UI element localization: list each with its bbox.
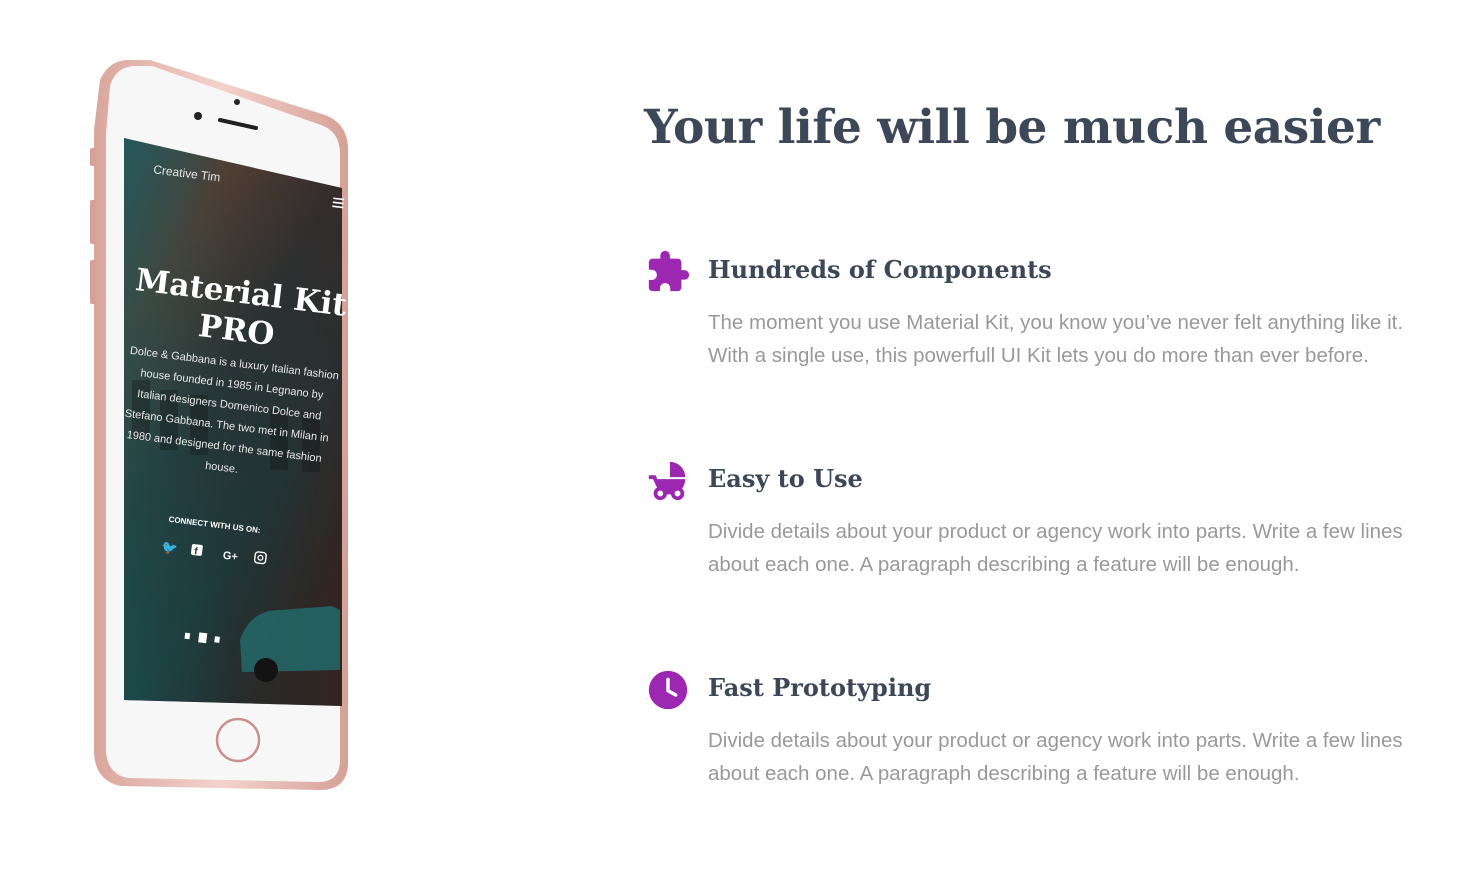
- google-plus-icon[interactable]: G+: [222, 550, 238, 564]
- feature-title: Easy to Use: [708, 464, 863, 493]
- phone-menu-icon[interactable]: [332, 197, 345, 209]
- features-section: Your life will be much easier Hundreds o…: [644, 96, 1424, 785]
- carousel-dot[interactable]: [214, 636, 220, 643]
- feature-description: Divide details about your product or age…: [708, 520, 1403, 576]
- carousel-dot-active[interactable]: [198, 632, 208, 644]
- section-title: Your life will be much easier: [644, 100, 1380, 155]
- feature-description: The moment you use Material Kit, you kno…: [708, 311, 1404, 367]
- puzzle-icon: [644, 248, 692, 296]
- carousel-dot[interactable]: [184, 632, 191, 640]
- twitter-icon[interactable]: 🐦: [160, 540, 178, 557]
- phone-mockup: Creative Tim Material Kit PRO Dolce & Ga…: [70, 50, 390, 810]
- feature-title: Fast Prototyping: [708, 673, 932, 702]
- clock-icon: [644, 666, 692, 714]
- stroller-icon: [644, 457, 692, 505]
- feature-description: Divide details about your product or age…: [708, 729, 1403, 785]
- feature-title: Hundreds of Components: [708, 255, 1052, 284]
- home-button[interactable]: [215, 717, 261, 763]
